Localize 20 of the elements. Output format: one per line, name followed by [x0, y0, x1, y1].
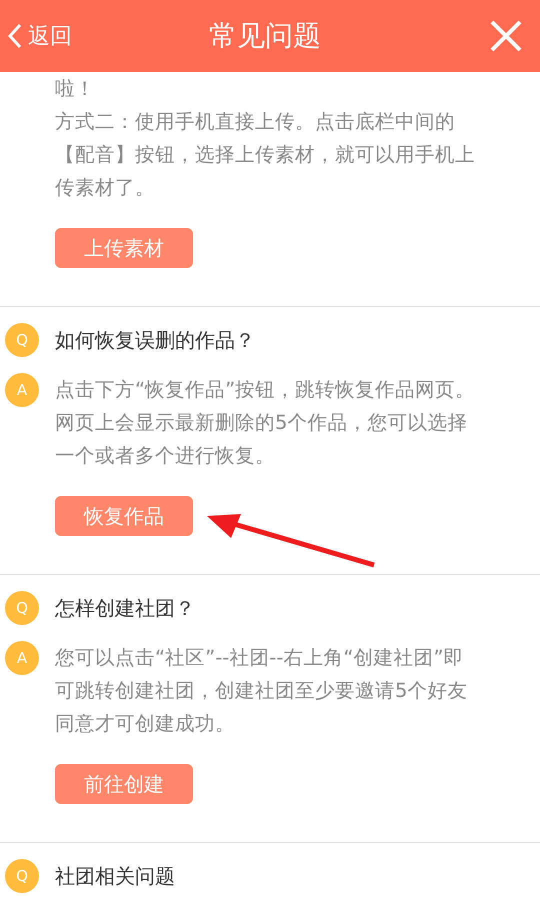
action-button[interactable]: 上传素材 — [55, 228, 193, 268]
answer-text: 您可以点击“社区”--社团--右上角“创建社团”即可跳转创建社团，创建社团至少要邀请5个好友同意才可创建成功。 — [55, 645, 468, 737]
question-text[interactable]: 如何恢复误删的作品？ — [55, 323, 255, 357]
answer-text: 方式二：使用手机直接上传。点击底栏中间的【配音】按钮，选择上传素材，就可以用手机上传素材了。 — [55, 109, 476, 201]
back-button[interactable]: 返回 — [8, 21, 72, 51]
question-badge: Q — [5, 859, 39, 893]
close-button[interactable] — [490, 20, 522, 52]
action-button[interactable]: 前往创建 — [55, 764, 193, 804]
close-icon — [490, 20, 522, 52]
question-badge: Q — [5, 591, 39, 625]
question-text[interactable]: 怎样创建社团？ — [55, 591, 195, 625]
answer-text: 啦！ — [55, 76, 96, 102]
answer-badge: A — [5, 373, 39, 407]
question-badge: Q — [5, 323, 39, 357]
action-button[interactable]: 恢复作品 — [55, 496, 193, 536]
back-chevron-icon — [8, 23, 22, 49]
answer-badge: A — [5, 641, 39, 675]
answer-text: 点击下方“恢复作品”按钮，跳转恢复作品网页。网页上会显示最新删除的5个作品，您可以选择一个或者多个进行恢复。 — [55, 377, 476, 469]
question-text[interactable]: 社团相关问题 — [55, 859, 175, 893]
page-title: 常见问题 — [208, 18, 322, 54]
